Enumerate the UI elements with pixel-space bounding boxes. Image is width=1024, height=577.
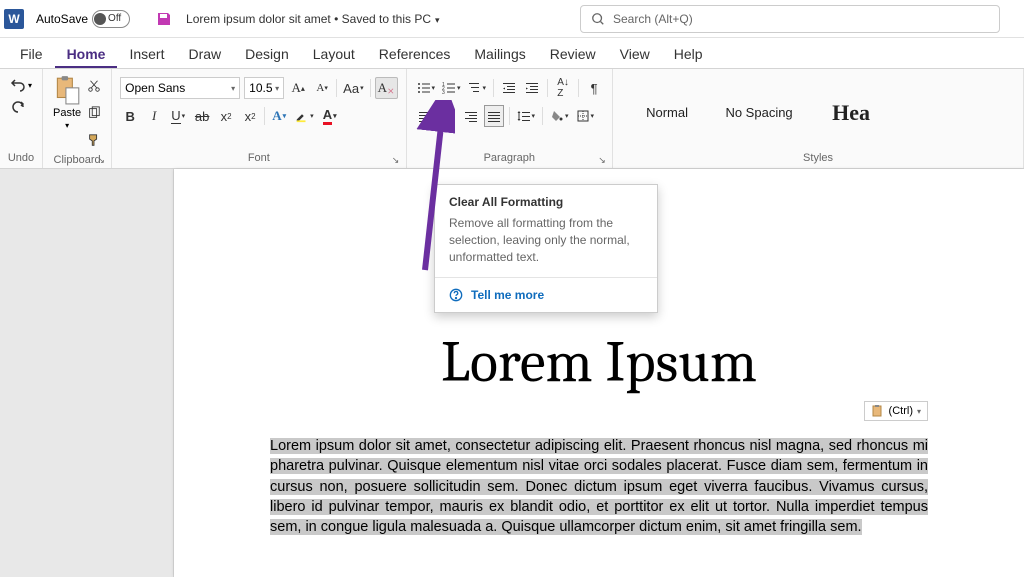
- copy-button[interactable]: [87, 106, 101, 125]
- tab-review[interactable]: Review: [538, 40, 608, 68]
- tooltip-clear-formatting: Clear All Formatting Remove all formatti…: [434, 184, 658, 313]
- autosave-toggle[interactable]: Off: [92, 10, 130, 28]
- tab-design[interactable]: Design: [233, 40, 301, 68]
- group-font: Open Sans▾ 10.5▾ A▴ A▾ Aa ▾ A⨯ B I U ▾ a…: [112, 69, 406, 168]
- tab-help[interactable]: Help: [662, 40, 715, 68]
- tab-insert[interactable]: Insert: [117, 40, 176, 68]
- search-icon: [591, 12, 605, 26]
- paste-button[interactable]: Paste ▾: [53, 75, 81, 130]
- line-spacing-button[interactable]: ▾: [515, 105, 538, 127]
- tab-file[interactable]: File: [8, 40, 55, 68]
- clear-formatting-button[interactable]: A⨯: [375, 77, 398, 99]
- italic-button[interactable]: I: [144, 105, 164, 127]
- tab-references[interactable]: References: [367, 40, 463, 68]
- save-icon[interactable]: [156, 11, 172, 27]
- shrink-font-button[interactable]: A▾: [312, 77, 332, 99]
- change-case-button[interactable]: Aa ▾: [341, 77, 365, 99]
- tab-view[interactable]: View: [608, 40, 662, 68]
- document-heading[interactable]: Lorem Ipsum: [270, 329, 928, 396]
- multilevel-list-button[interactable]: ▾: [466, 77, 489, 99]
- borders-button[interactable]: ▾: [574, 105, 597, 127]
- tab-layout[interactable]: Layout: [301, 40, 367, 68]
- tab-mailings[interactable]: Mailings: [462, 40, 537, 68]
- paragraph-launcher[interactable]: ↘: [596, 154, 608, 166]
- tooltip-tell-me-more[interactable]: Tell me more: [435, 277, 657, 312]
- bullets-button[interactable]: ▾: [415, 77, 438, 99]
- superscript-button[interactable]: x2: [240, 105, 260, 127]
- show-marks-button[interactable]: ¶: [584, 77, 604, 99]
- style-no-spacing[interactable]: No Spacing: [713, 82, 805, 144]
- titlebar: W AutoSave Off Lorem ipsum dolor sit ame…: [0, 0, 1024, 38]
- autosave-label: AutoSave: [36, 12, 88, 26]
- navigation-pane[interactable]: [0, 169, 174, 577]
- font-launcher[interactable]: ↘: [390, 154, 402, 166]
- group-undo: ▾ Undo: [0, 69, 43, 168]
- group-styles-label: Styles: [619, 152, 1017, 166]
- text-effects-button[interactable]: A ▾: [269, 105, 289, 127]
- format-painter-button[interactable]: [87, 133, 101, 152]
- justify-button[interactable]: [484, 105, 504, 127]
- group-clipboard: Paste ▾ Clipboard ↘: [43, 69, 112, 168]
- cut-button[interactable]: [87, 79, 101, 98]
- align-center-button[interactable]: [438, 105, 458, 127]
- style-heading1[interactable]: Hea: [805, 82, 897, 144]
- paste-options-button[interactable]: (Ctrl) ▾: [864, 401, 928, 421]
- numbering-button[interactable]: 123▾: [440, 77, 463, 99]
- group-undo-label: Undo: [6, 152, 36, 166]
- decrease-indent-button[interactable]: [499, 77, 519, 99]
- ribbon: ▾ Undo Paste ▾ Clipboard ↘ Op: [0, 69, 1024, 169]
- align-left-button[interactable]: [415, 105, 435, 127]
- style-normal[interactable]: Normal: [621, 82, 713, 144]
- grow-font-button[interactable]: A▴: [288, 77, 308, 99]
- align-right-button[interactable]: [461, 105, 481, 127]
- tab-draw[interactable]: Draw: [176, 40, 233, 68]
- clipboard-launcher[interactable]: ↘: [95, 154, 107, 166]
- document-title[interactable]: Lorem ipsum dolor sit amet • Saved to th…: [186, 12, 440, 26]
- group-styles: Normal No Spacing Hea Styles: [613, 69, 1024, 168]
- highlight-button[interactable]: ▾: [293, 105, 316, 127]
- autosave-state: Off: [108, 13, 121, 24]
- word-app-icon: W: [4, 9, 24, 29]
- autosave-control[interactable]: AutoSave Off: [36, 10, 134, 28]
- font-name-select[interactable]: Open Sans▾: [120, 77, 240, 99]
- ribbon-tabs: File Home Insert Draw Design Layout Refe…: [0, 38, 1024, 69]
- undo-button[interactable]: ▾: [10, 77, 32, 93]
- document-paragraph[interactable]: Lorem ipsum dolor sit amet, consectetur …: [270, 436, 928, 537]
- bold-button[interactable]: B: [120, 105, 140, 127]
- font-size-select[interactable]: 10.5▾: [244, 77, 284, 99]
- tooltip-body: Remove all formatting from the selection…: [435, 215, 657, 277]
- tab-home[interactable]: Home: [55, 40, 118, 68]
- strikethrough-button[interactable]: ab: [192, 105, 212, 127]
- redo-button[interactable]: [10, 99, 26, 115]
- search-input[interactable]: Search (Alt+Q): [580, 5, 1000, 33]
- group-paragraph-label: Paragraph: [413, 152, 607, 166]
- svg-text:3: 3: [442, 90, 445, 95]
- subscript-button[interactable]: x2: [216, 105, 236, 127]
- font-color-button[interactable]: A ▾: [320, 105, 340, 127]
- sort-button[interactable]: A↓Z: [553, 77, 573, 99]
- group-font-label: Font: [118, 152, 399, 166]
- underline-button[interactable]: U ▾: [168, 105, 188, 127]
- tooltip-title: Clear All Formatting: [435, 185, 657, 215]
- group-paragraph: ▾ 123▾ ▾ A↓Z ¶ ▾ ▾ ▾: [407, 69, 614, 168]
- help-icon: [449, 288, 463, 302]
- shading-button[interactable]: ▾: [548, 105, 571, 127]
- increase-indent-button[interactable]: [522, 77, 542, 99]
